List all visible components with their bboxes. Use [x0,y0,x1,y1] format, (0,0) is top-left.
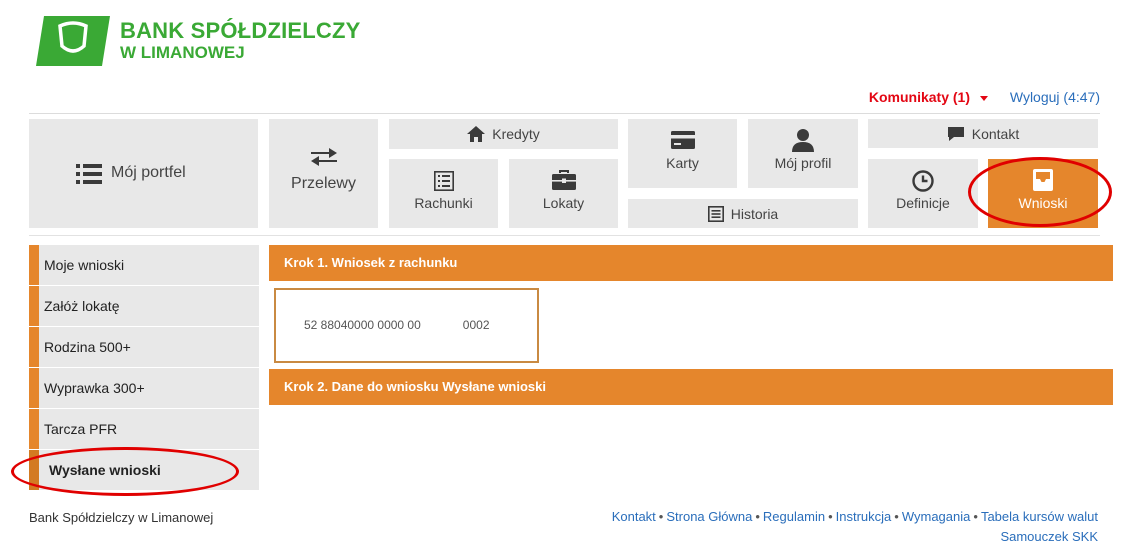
bank-logo-icon [36,16,110,66]
bank-logo[interactable]: BANK SPÓŁDZIELCZY W LIMANOWEJ [36,14,360,70]
menu-kredyty[interactable]: Kredyty [389,119,618,149]
footer-link-tabela-kursow[interactable]: Tabela kursów walut [981,509,1098,524]
menu-kontakt-label: Kontakt [971,125,1020,142]
menu-historia-label: Historia [730,205,779,222]
sidebar-item-wyprawka-300[interactable]: Wyprawka 300+ [29,368,259,408]
caret-down-icon [980,95,988,101]
footer-link-strona-glowna[interactable]: Strona Główna [666,509,752,524]
clock-icon [912,170,934,192]
sidebar-item-moje-wnioski[interactable]: Moje wnioski [29,245,259,285]
komunikaty-label: Komunikaty (1) [868,89,970,105]
menu-moj-portfel[interactable]: Mój portfel [29,119,258,228]
footer-separator: • [828,509,833,524]
footer-separator: • [755,509,760,524]
menu-lokaty-label: Lokaty [542,195,585,211]
menu-lokaty[interactable]: Lokaty [509,159,618,228]
step2-header: Krok 2. Dane do wniosku Wysłane wnioski [269,369,1113,405]
sidebar-item-zaloz-lokate[interactable]: Załóż lokatę [29,286,259,326]
sidebar-item-rodzina-500[interactable]: Rodzina 500+ [29,327,259,367]
user-icon [792,129,814,152]
komunikaty-dropdown[interactable]: Komunikaty (1) [869,89,988,105]
menu-moj-profil-label: Mój profil [774,155,832,171]
account-selector[interactable]: 52 88040000 0000 00 0002 [274,288,539,363]
card-icon [671,131,695,149]
menu-kredyty-label: Kredyty [492,126,540,142]
history-list-icon [707,205,724,222]
chat-bubble-icon [947,126,964,141]
account-number-start: 52 88040000 0000 00 [304,318,421,332]
sidebar-item-wyslane-wnioski[interactable]: Wysłane wnioski [29,450,259,490]
menu-definicje-label: Definicje [896,195,950,211]
footer-link-regulamin[interactable]: Regulamin [763,509,825,524]
home-icon [467,126,486,142]
briefcase-icon [552,170,576,190]
menu-rachunki-label: Rachunki [414,195,473,211]
ledger-icon [434,171,454,191]
footer-link-samouczek[interactable]: Samouczek SKK [1000,529,1098,544]
menu-wnioski[interactable]: Wnioski [988,159,1098,228]
menu-moj-portfel-label: Mój portfel [111,164,186,181]
footer-bank-name: Bank Spółdzielczy w Limanowej [29,510,214,525]
logout-link[interactable]: Wyloguj (4:47) [1010,89,1100,105]
footer-link-instrukcja[interactable]: Instrukcja [836,509,892,524]
menu-wnioski-label: Wnioski [1018,195,1068,211]
menu-moj-profil[interactable]: Mój profil [748,119,858,188]
footer-separator: • [973,509,978,524]
footer-link-wymagania[interactable]: Wymagania [902,509,971,524]
bank-name-line1: BANK SPÓŁDZIELCZY [120,18,361,43]
step1-header: Krok 1. Wniosek z rachunku [269,245,1113,281]
menu-karty[interactable]: Karty [628,119,737,188]
footer-link-kontakt[interactable]: Kontakt [612,509,656,524]
sidebar: Moje wnioski Załóż lokatę Rodzina 500+ W… [29,245,259,491]
menu-historia[interactable]: Historia [628,199,858,228]
inbox-tray-icon [1033,169,1053,191]
footer-separator: • [894,509,899,524]
footer-separator: • [658,509,664,524]
menu-divider [29,235,1100,236]
menu-kontakt[interactable]: Kontakt [868,119,1098,148]
menu-przelewy-label: Przelewy [291,175,356,192]
bank-name-line2: W LIMANOWEJ [120,43,245,62]
footer-links: Kontakt • Strona Główna • Regulamin • Instrukc… [612,509,1098,524]
account-number-end: 0002 [462,318,490,332]
top-bar: Komunikaty (1) Wyloguj (4:47) [29,86,1100,114]
list-icon [76,164,102,184]
transfer-arrows-icon [311,148,337,166]
menu-przelewy[interactable]: Przelewy [269,119,378,228]
footer-links-row2: Samouczek SKK [1000,529,1098,544]
menu-karty-label: Karty [666,155,699,171]
sidebar-item-tarcza-pfr[interactable]: Tarcza PFR [29,409,259,449]
menu-rachunki[interactable]: Rachunki [389,159,498,228]
menu-definicje[interactable]: Definicje [868,159,978,228]
